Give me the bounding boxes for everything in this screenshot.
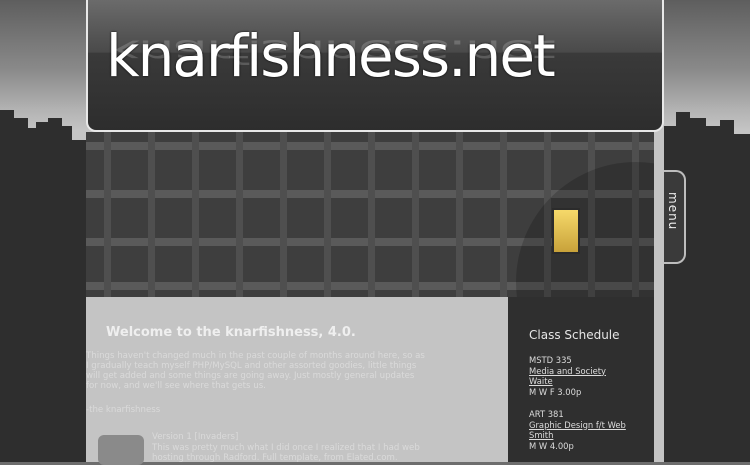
post-text: This was pretty much what I did once I r… [152, 443, 420, 463]
site-logo-reflection: knarfishness.net [106, 32, 554, 70]
sidebar-heading: Class Schedule [529, 328, 620, 342]
intro-paragraph: Things haven't changed much in the past … [86, 351, 425, 391]
menu-tab[interactable]: menu [664, 170, 686, 264]
sidebar: Class Schedule MSTD 335 Media and Societ… [508, 297, 654, 462]
course-code: MSTD 335 [529, 355, 572, 365]
post-thumbnail[interactable] [98, 435, 144, 465]
course-time: M W F 3.00p [529, 386, 582, 397]
site-header: knarfishness.net knarfishness.net [86, 0, 664, 132]
instructor-link[interactable]: Smith [529, 430, 553, 440]
welcome-heading: Welcome to the knarfishness, 4.0. [106, 325, 356, 340]
schedule-item: ART 381 Graphic Design f/t Web Smith M W… [529, 409, 626, 451]
course-code: ART 381 [529, 409, 564, 419]
signature: -the knarfishness [86, 405, 161, 415]
course-time: M W 4.00p [529, 440, 574, 451]
menu-tab-label: menu [666, 192, 680, 231]
instructor-link[interactable]: Waite [529, 376, 553, 386]
course-link[interactable]: Media and Society [529, 366, 606, 376]
course-link[interactable]: Graphic Design f/t Web [529, 420, 626, 430]
main-content: Welcome to the knarfishness, 4.0. Things… [86, 297, 506, 465]
lit-window [552, 208, 580, 254]
post-title: Version 1 [Invaders] [152, 432, 239, 442]
schedule-item: MSTD 335 Media and Society Waite M W F 3… [529, 355, 606, 397]
